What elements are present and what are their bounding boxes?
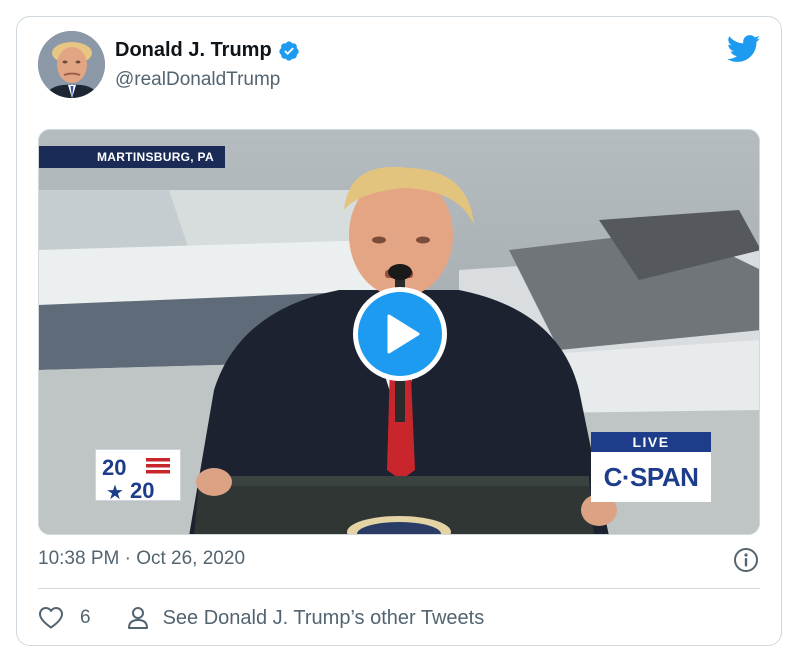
tweet-timestamp[interactable]: 10:38 PM · Oct 26, 2020 bbox=[38, 548, 245, 570]
svg-text:20: 20 bbox=[102, 455, 126, 480]
play-button[interactable] bbox=[353, 287, 447, 381]
tweet-actions: 6 See Donald J. Trump’s other Tweets bbox=[38, 603, 484, 633]
play-icon bbox=[387, 314, 420, 354]
divider bbox=[38, 588, 760, 589]
cspan-logo: LIVE C·SPAN bbox=[591, 432, 711, 502]
person-icon bbox=[127, 607, 148, 629]
heart-icon bbox=[39, 607, 63, 629]
avatar[interactable] bbox=[38, 31, 105, 98]
network-name: C·SPAN bbox=[603, 462, 699, 492]
tweet-video[interactable]: MARTINSBURG, PA 20 ★ 20 LIVE C·SPAN bbox=[38, 129, 760, 535]
twitter-bird-icon[interactable] bbox=[727, 35, 761, 63]
like-button[interactable]: 6 bbox=[38, 606, 91, 630]
tweet-card: Donald J. Trump @realDonaldTrump MARTINS… bbox=[16, 16, 782, 646]
other-tweets-link[interactable]: See Donald J. Trump’s other Tweets bbox=[127, 606, 485, 630]
svg-text:★: ★ bbox=[106, 480, 124, 502]
location-tag: MARTINSBURG, PA bbox=[39, 146, 225, 168]
author-name[interactable]: Donald J. Trump bbox=[115, 39, 272, 62]
like-count: 6 bbox=[80, 607, 91, 628]
author-handle[interactable]: @realDonaldTrump bbox=[115, 69, 280, 91]
author-name-row[interactable]: Donald J. Trump bbox=[115, 39, 300, 62]
svg-text:20: 20 bbox=[130, 478, 154, 502]
other-tweets-label[interactable]: See Donald J. Trump’s other Tweets bbox=[163, 607, 485, 630]
info-icon[interactable] bbox=[733, 547, 759, 573]
live-badge: LIVE bbox=[591, 432, 711, 452]
verified-badge-icon bbox=[279, 40, 299, 61]
logo-2020: 20 ★ 20 bbox=[95, 449, 181, 504]
